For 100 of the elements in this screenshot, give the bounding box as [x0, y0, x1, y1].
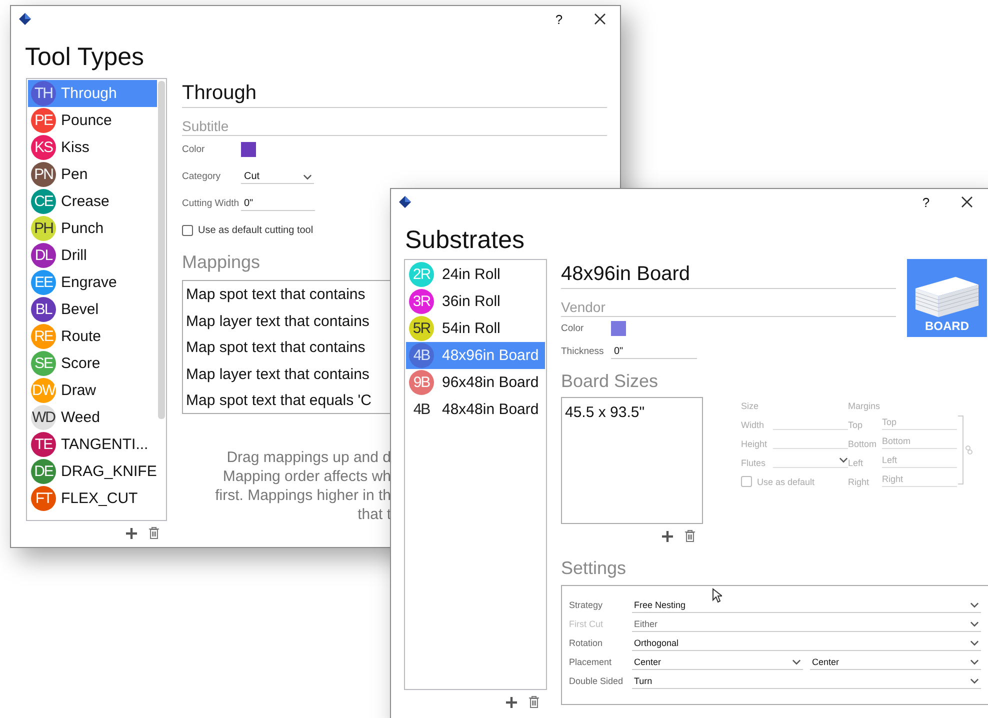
checkbox[interactable]	[182, 225, 193, 236]
list-item[interactable]: PH Punch	[28, 215, 157, 242]
caret-icon	[970, 678, 979, 684]
list-item[interactable]: BL Bevel	[28, 296, 157, 323]
list-item[interactable]: SE Score	[28, 350, 157, 377]
close-icon[interactable]	[961, 196, 973, 208]
initials-badge: RE	[31, 324, 56, 349]
list-item[interactable]: PE Pounce	[28, 107, 157, 134]
scrollbar[interactable]	[158, 81, 165, 419]
color-swatch[interactable]	[241, 142, 256, 157]
help-button[interactable]: ?	[915, 194, 937, 210]
setting-label: Double Sided	[569, 676, 624, 688]
list-item[interactable]: RE Route	[28, 323, 157, 350]
paper-stack-icon	[913, 275, 981, 319]
initials-badge: 9B	[409, 370, 434, 395]
help-text-line: Mapping order affects wh	[222, 467, 391, 486]
field-label: Left	[848, 458, 864, 468]
list-item[interactable]: TH Through	[28, 80, 157, 107]
field-label: Height	[741, 439, 768, 449]
setting-dropdown[interactable]: Orthogonal	[632, 638, 981, 651]
mapping-item[interactable]: Map layer text that contains	[186, 308, 370, 335]
caret-icon	[839, 457, 848, 463]
setting-dropdown[interactable]: Center	[810, 657, 981, 670]
mapping-item[interactable]: Map layer text that contains	[186, 362, 370, 388]
caret-icon	[970, 640, 979, 646]
list-item[interactable]: WD Weed	[28, 404, 157, 431]
initials-badge: SE	[31, 351, 56, 376]
trash-icon[interactable]	[685, 530, 695, 542]
thickness-field[interactable]: 0"	[611, 344, 697, 359]
mapping-item[interactable]: Map spot text that contains	[186, 282, 366, 308]
field-label: Color	[561, 323, 585, 334]
checkbox[interactable]	[741, 476, 752, 487]
field-label: Cutting Width	[182, 198, 240, 209]
window-title: Tool Types	[24, 42, 146, 73]
list-item[interactable]: CE Crease	[28, 188, 157, 215]
field-label: Right	[848, 477, 870, 487]
initials-badge: KS	[31, 135, 56, 160]
setting-dropdown[interactable]: Center	[632, 657, 803, 670]
list-item[interactable]: 4B 48x96in Board	[406, 342, 545, 369]
initials-badge: FT	[31, 486, 56, 511]
field-label: Color	[182, 144, 206, 155]
initials-badge: 3R	[409, 289, 434, 314]
initials-badge: 5R	[409, 316, 434, 341]
trash-icon[interactable]	[529, 696, 539, 708]
initials-badge: WD	[31, 405, 56, 430]
list-item[interactable]: KS Kiss	[28, 134, 157, 161]
field-label: Thickness	[561, 346, 605, 357]
list-item[interactable]: 2R 24in Roll	[406, 261, 545, 288]
initials-badge: PE	[31, 108, 56, 133]
list-item[interactable]: FT FLEX_CUT	[28, 485, 157, 512]
category-dropdown[interactable]: Cut	[241, 169, 314, 184]
app-logo-icon	[19, 13, 31, 25]
list-item[interactable]: DE DRAG_KNIFE	[28, 458, 157, 485]
add-icon[interactable]	[662, 530, 673, 542]
initials-badge: TH	[31, 81, 56, 106]
app-logo-icon	[399, 196, 411, 208]
setting-dropdown[interactable]: Free Nesting	[632, 600, 981, 613]
caret-icon	[792, 659, 801, 665]
section-heading: Board Sizes	[561, 371, 660, 392]
initials-badge: 4B	[409, 343, 434, 368]
trash-icon[interactable]	[149, 527, 159, 539]
board-label: BOARD	[925, 319, 969, 333]
initials-badge: BL	[31, 297, 56, 322]
caret-icon	[303, 174, 312, 180]
caret-icon	[970, 659, 979, 665]
column-heading: Size	[741, 401, 760, 411]
cutting-width-field[interactable]: 0"	[241, 196, 315, 211]
initials-badge: PH	[31, 216, 56, 241]
initials-badge: EE	[31, 270, 56, 295]
add-icon[interactable]	[126, 528, 137, 538]
checkbox-label: Use as default cutting tool	[198, 225, 314, 236]
initials-badge: CE	[31, 189, 56, 214]
list-item[interactable]: TE TANGENTI...	[28, 431, 157, 458]
list-item[interactable]: PN Pen	[28, 161, 157, 188]
list-item[interactable]: 3R 36in Roll	[406, 288, 545, 315]
list-item[interactable]: EE Engrave	[28, 269, 157, 296]
initials-badge: PN	[31, 162, 56, 187]
setting-label: Rotation	[569, 638, 604, 650]
list-item[interactable]: 5R 54in Roll	[406, 315, 545, 342]
initials-badge: DL	[31, 243, 56, 268]
board-size-item[interactable]: 45.5 x 93.5"	[565, 404, 699, 421]
initials-badge: DE	[31, 459, 56, 484]
add-icon[interactable]	[506, 696, 517, 708]
name-field[interactable]: Through	[182, 78, 607, 108]
list-item[interactable]: DL Drill	[28, 242, 157, 269]
section-heading: Settings	[561, 558, 628, 579]
list-item[interactable]: DW Draw	[28, 377, 157, 404]
help-button[interactable]: ?	[548, 12, 570, 26]
caret-icon	[970, 621, 979, 627]
name-field[interactable]: 48x96in Board	[561, 259, 896, 289]
mapping-item[interactable]: Map spot text that contains	[186, 335, 366, 362]
setting-dropdown[interactable]: Turn	[632, 676, 981, 689]
color-swatch[interactable]	[611, 321, 626, 336]
checkbox-label: Use as default	[757, 476, 815, 486]
list-item[interactable]: 4B 48x48in Board	[406, 396, 545, 423]
field-label: Bottom	[848, 439, 878, 449]
close-icon[interactable]	[594, 13, 606, 25]
mapping-item[interactable]: Map spot text that equals 'C	[186, 388, 372, 414]
list-item[interactable]: 9B 96x48in Board	[406, 369, 545, 396]
initials-badge: TE	[31, 432, 56, 457]
